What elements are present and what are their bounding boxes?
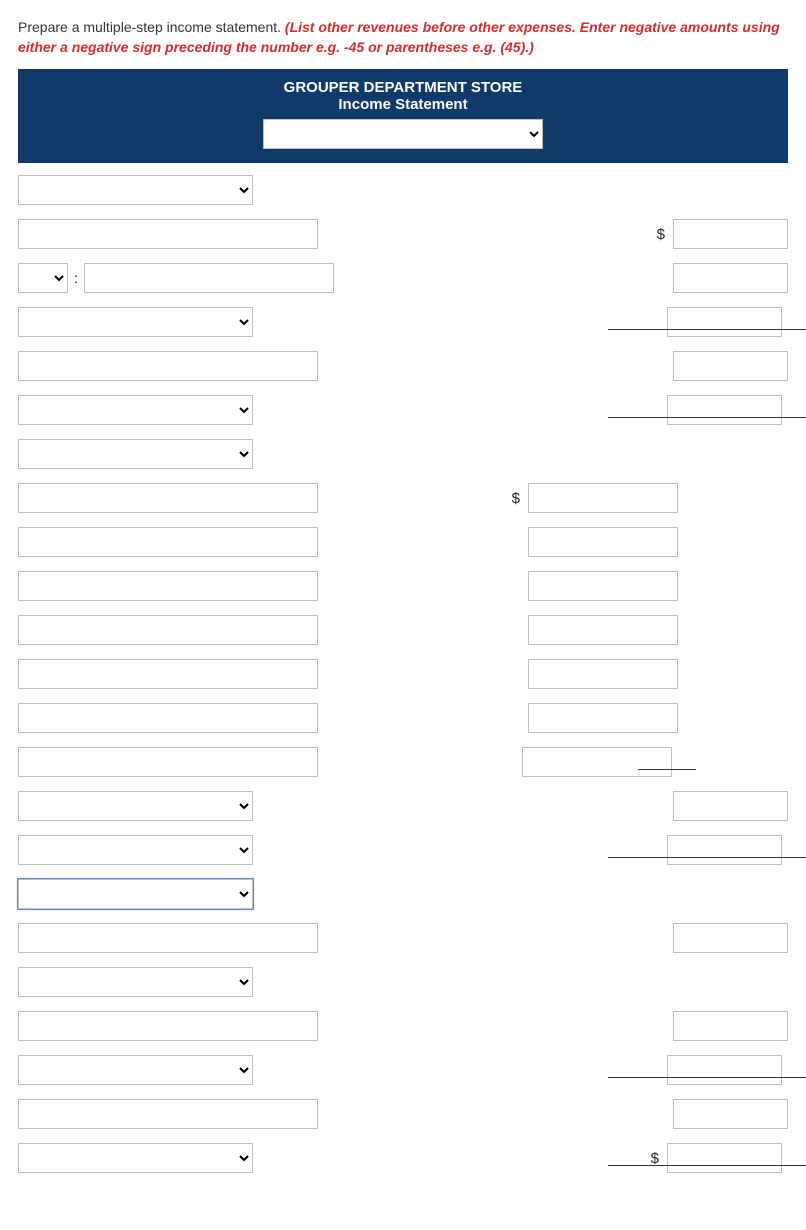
line-label-select[interactable]	[18, 967, 253, 997]
amount-input[interactable]	[673, 263, 788, 293]
amount-input[interactable]	[667, 395, 782, 425]
statement-header: GROUPER DEPARTMENT STORE Income Statemen…	[18, 69, 788, 163]
statement-row: $	[18, 1143, 788, 1173]
statement-row	[18, 923, 788, 953]
line-label-select[interactable]	[18, 175, 253, 205]
statement-row	[18, 527, 788, 557]
line-label-input[interactable]	[18, 747, 318, 777]
line-label-input[interactable]	[18, 659, 318, 689]
statement-row	[18, 967, 788, 997]
statement-row	[18, 571, 788, 601]
amount-input[interactable]	[673, 1099, 788, 1129]
subtotal-input[interactable]	[528, 527, 678, 557]
line-label-input[interactable]	[18, 1011, 318, 1041]
line-prefix-select[interactable]	[18, 263, 68, 293]
amount-input[interactable]	[667, 1055, 782, 1085]
subtotal-input[interactable]	[528, 659, 678, 689]
instructions: Prepare a multiple-step income statement…	[18, 18, 788, 57]
amount-input[interactable]	[673, 1011, 788, 1041]
statement-row	[18, 615, 788, 645]
line-label-select[interactable]	[18, 1143, 253, 1173]
amount-input[interactable]	[667, 835, 782, 865]
instructions-lead: Prepare a multiple-step income statement…	[18, 19, 285, 35]
statement-row	[18, 659, 788, 689]
label-separator: :	[74, 270, 78, 286]
line-label-input[interactable]	[84, 263, 334, 293]
subtotal-input[interactable]	[528, 615, 678, 645]
period-select[interactable]	[263, 119, 543, 149]
line-label-input[interactable]	[18, 527, 318, 557]
statement-row	[18, 791, 788, 821]
statement-row	[18, 439, 788, 469]
line-label-select[interactable]	[18, 439, 253, 469]
line-label-select[interactable]	[18, 1055, 253, 1085]
statement-row	[18, 395, 788, 425]
line-label-input[interactable]	[18, 1099, 318, 1129]
statement-row	[18, 307, 788, 337]
statement-row	[18, 835, 788, 865]
line-label-select[interactable]	[18, 307, 253, 337]
dollar-sign: $	[651, 1150, 659, 1167]
statement-body: $: $ $	[18, 175, 788, 1173]
line-label-input[interactable]	[18, 615, 318, 645]
line-label-input[interactable]	[18, 219, 318, 249]
subtotal-input[interactable]	[528, 703, 678, 733]
dollar-sign: $	[657, 226, 665, 243]
line-label-input[interactable]	[18, 703, 318, 733]
line-label-select[interactable]	[18, 879, 253, 909]
subtotal-input[interactable]	[528, 483, 678, 513]
line-label-input[interactable]	[18, 571, 318, 601]
statement-row: $	[18, 483, 788, 513]
line-label-input[interactable]	[18, 351, 318, 381]
statement-row: :	[18, 263, 788, 293]
statement-row	[18, 879, 788, 909]
statement-row	[18, 175, 788, 205]
line-label-select[interactable]	[18, 395, 253, 425]
statement-title: Income Statement	[18, 96, 788, 113]
subtotal-input[interactable]	[522, 747, 672, 777]
line-label-select[interactable]	[18, 835, 253, 865]
statement-row	[18, 703, 788, 733]
statement-row	[18, 1011, 788, 1041]
statement-row	[18, 351, 788, 381]
statement-row	[18, 747, 788, 777]
amount-input[interactable]	[673, 219, 788, 249]
subtotal-input[interactable]	[528, 571, 678, 601]
statement-row: $	[18, 219, 788, 249]
amount-input[interactable]	[673, 351, 788, 381]
amount-input[interactable]	[673, 791, 788, 821]
statement-row	[18, 1099, 788, 1129]
company-name: GROUPER DEPARTMENT STORE	[18, 79, 788, 96]
amount-input[interactable]	[667, 307, 782, 337]
line-label-input[interactable]	[18, 923, 318, 953]
amount-input[interactable]	[667, 1143, 782, 1173]
line-label-select[interactable]	[18, 791, 253, 821]
amount-input[interactable]	[673, 923, 788, 953]
line-label-input[interactable]	[18, 483, 318, 513]
statement-row	[18, 1055, 788, 1085]
dollar-sign: $	[512, 490, 520, 507]
